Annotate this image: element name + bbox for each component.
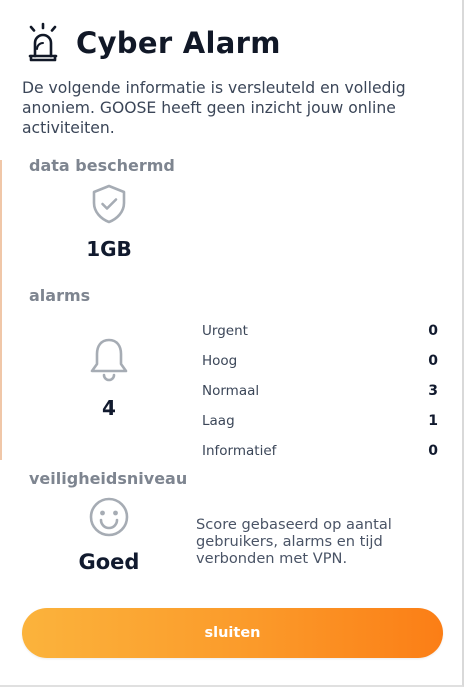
- alarms-total: 4: [102, 396, 116, 420]
- shield-check-icon: [92, 184, 126, 224]
- smiley-face-icon: [89, 497, 129, 537]
- dialog-header: Cyber Alarm: [24, 22, 281, 64]
- side-accent: [0, 160, 2, 460]
- bell-icon: [90, 338, 128, 382]
- alarm-levels-list: Urgent 0 Hoog 0 Normaal 3 Laag 1 Informa…: [202, 316, 438, 466]
- alarm-level-hoog: Hoog 0: [202, 346, 438, 376]
- alarm-level-urgent: Urgent 0: [202, 316, 438, 346]
- alarm-level-label: Informatief: [202, 443, 277, 459]
- alarm-level-count: 0: [428, 443, 438, 459]
- page-title: Cyber Alarm: [76, 26, 281, 60]
- cyber-alarm-dialog: Cyber Alarm De volgende informatie is ve…: [0, 0, 464, 687]
- data-protected-label: data beschermd: [29, 156, 175, 175]
- alarm-level-normaal: Normaal 3: [202, 376, 438, 406]
- safety-score-note: Score gebaseerd op aantal gebruikers, al…: [196, 516, 392, 567]
- alarm-level-count: 3: [428, 383, 438, 399]
- alarm-bell-icon: [28, 22, 58, 62]
- alarm-level-label: Laag: [202, 413, 235, 429]
- alarms-label: alarms: [29, 286, 91, 305]
- alarm-level-count: 0: [428, 323, 438, 339]
- alarm-level-label: Hoog: [202, 353, 238, 369]
- alarm-level-label: Normaal: [202, 383, 260, 399]
- safety-level-value: Goed: [78, 550, 140, 574]
- alarm-level-label: Urgent: [202, 323, 248, 339]
- alarm-level-informatief: Informatief 0: [202, 436, 438, 466]
- data-protected-value: 1GB: [86, 237, 132, 261]
- alarm-level-count: 1: [428, 413, 438, 429]
- intro-text: De volgende informatie is versleuteld en…: [22, 79, 406, 137]
- close-button[interactable]: sluiten: [22, 608, 443, 658]
- safety-level-label: veiligheidsniveau: [29, 469, 188, 488]
- alarm-level-laag: Laag 1: [202, 406, 438, 436]
- alarm-level-count: 0: [428, 353, 438, 369]
